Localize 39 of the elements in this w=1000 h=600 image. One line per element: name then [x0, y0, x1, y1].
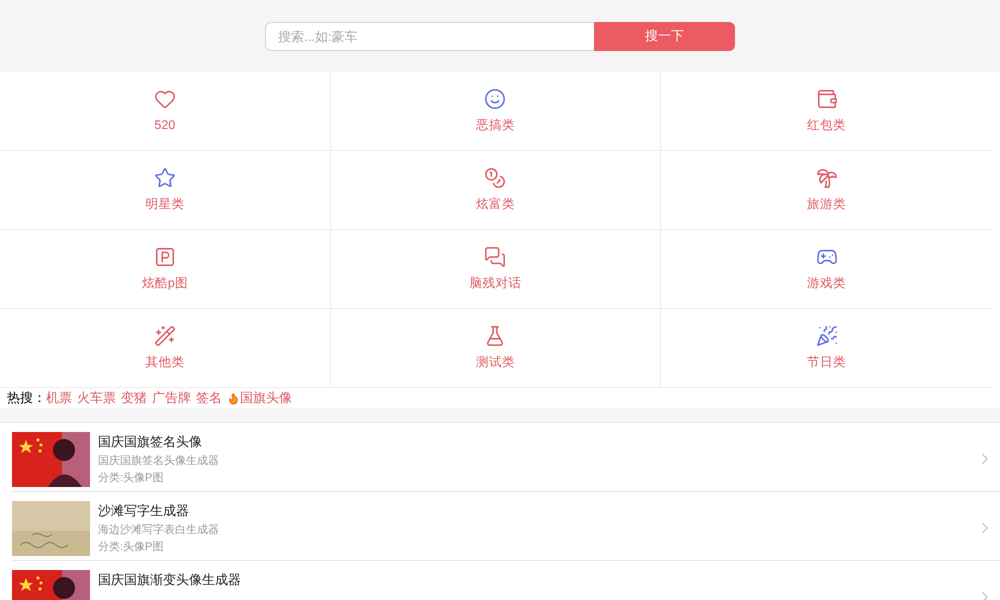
star-icon: [154, 166, 176, 189]
category-item[interactable]: 测试类: [330, 309, 662, 388]
hot-search-label: 热搜：: [7, 389, 46, 408]
category-item[interactable]: 恶搞类: [330, 72, 662, 151]
item-category: 分类:头像P图: [98, 540, 164, 555]
list-item[interactable]: 国庆国旗签名头像 国庆国旗签名头像生成器 分类:头像P图: [12, 423, 1000, 492]
face-icon: [484, 88, 506, 110]
category-item[interactable]: 旅游类: [661, 151, 992, 230]
chat-icon: [484, 246, 506, 268]
search-button[interactable]: 搜一下: [594, 22, 735, 50]
item-title: 国庆国旗渐变头像生成器: [98, 571, 242, 589]
hot-search-link[interactable]: 变猪: [121, 388, 147, 408]
search-field[interactable]: 搜索...如:豪车: [265, 22, 594, 50]
letter-p-icon: [154, 246, 176, 268]
hot-search-link[interactable]: 机票: [46, 388, 72, 408]
coins-icon: [484, 166, 506, 189]
hot-search-link[interactable]: 国旗头像: [227, 388, 292, 408]
item-category: 分类:头像P图: [98, 471, 164, 486]
item-title: 国庆国旗签名头像: [98, 433, 203, 451]
category-item[interactable]: 游戏类: [661, 230, 992, 309]
wand-icon: [154, 324, 176, 347]
category-item[interactable]: 520: [0, 72, 331, 151]
item-description: 海边沙滩写字表白生成器: [98, 522, 220, 538]
category-item[interactable]: 红包类: [661, 72, 992, 151]
palm-tree-icon: [816, 166, 838, 189]
item-title: 沙滩写字生成器: [98, 502, 190, 520]
list-item[interactable]: 国庆国旗渐变头像生成器: [12, 561, 1000, 600]
hot-search-link[interactable]: 火车票: [77, 388, 116, 408]
party-icon: [816, 324, 838, 347]
category-item[interactable]: 其他类: [0, 309, 331, 388]
category-item[interactable]: 明星类: [0, 151, 331, 230]
category-item[interactable]: 炫酷p图: [0, 230, 331, 309]
category-item[interactable]: 炫富类: [330, 151, 662, 230]
item-description: 国庆国旗签名头像生成器: [98, 454, 220, 468]
hot-search-link[interactable]: 签名: [196, 388, 222, 408]
list-item[interactable]: 沙滩写字生成器 海边沙滩写字表白生成器 分类:头像P图: [12, 492, 1000, 561]
category-item[interactable]: 节日类: [661, 309, 992, 388]
category-item[interactable]: 脑残对话: [330, 230, 662, 309]
hot-search-link[interactable]: 广告牌: [152, 388, 191, 408]
